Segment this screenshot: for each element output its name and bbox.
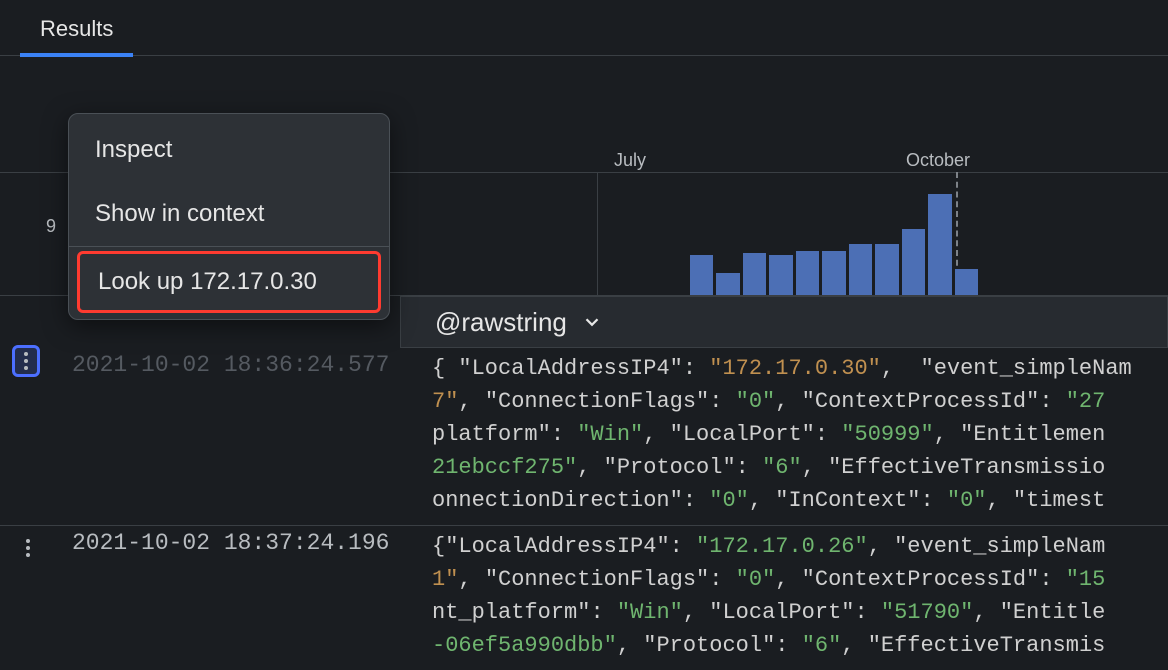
kebab-icon xyxy=(23,352,29,370)
column-header-rawstring[interactable]: @rawstring xyxy=(400,296,1168,348)
menu-item[interactable]: Look up 172.17.0.30 xyxy=(77,251,381,313)
timeline-label: October xyxy=(906,150,970,171)
month-tick xyxy=(597,172,598,295)
histogram-bar[interactable] xyxy=(849,244,872,295)
table-row: 2021-10-02 18:36:24.577{ "LocalAddressIP… xyxy=(0,348,1168,525)
context-menu: InspectShow in contextLook up 172.17.0.3… xyxy=(68,113,390,320)
histogram-bar[interactable] xyxy=(902,229,925,295)
histogram-bar[interactable] xyxy=(769,255,792,295)
menu-divider xyxy=(69,246,389,247)
rawstring-cell[interactable]: { "LocalAddressIP4": "172.17.0.30", "eve… xyxy=(398,348,1168,525)
histogram-bars[interactable] xyxy=(690,185,978,295)
histogram-bar[interactable] xyxy=(928,194,951,295)
histogram-bar[interactable] xyxy=(796,251,819,295)
timeline-label: July xyxy=(614,150,646,171)
histogram-bar[interactable] xyxy=(743,253,766,295)
row-actions-button[interactable] xyxy=(14,532,42,564)
histogram-bar[interactable] xyxy=(716,273,739,295)
tab-results[interactable]: Results xyxy=(20,0,133,56)
table-row: 2021-10-02 18:37:24.196{"LocalAddressIP4… xyxy=(0,525,1168,670)
histogram-bar[interactable] xyxy=(875,244,898,295)
histogram-bar[interactable] xyxy=(955,269,978,295)
histogram-bar[interactable] xyxy=(690,255,713,295)
chevron-down-icon xyxy=(581,311,603,333)
y-axis-label: 9 xyxy=(46,216,56,237)
timestamp-cell: 2021-10-02 18:36:24.577 xyxy=(56,348,398,525)
row-actions-button[interactable] xyxy=(12,345,40,377)
row-actions-cell xyxy=(0,526,56,670)
timestamp-cell: 2021-10-02 18:37:24.196 xyxy=(56,526,398,670)
menu-item[interactable]: Inspect xyxy=(69,118,389,182)
histogram-bar[interactable] xyxy=(822,251,845,295)
column-header-label: @rawstring xyxy=(435,307,567,338)
menu-item[interactable]: Show in context xyxy=(69,182,389,246)
kebab-icon xyxy=(25,539,31,557)
results-rows: 2021-10-02 18:36:24.577{ "LocalAddressIP… xyxy=(0,348,1168,670)
rawstring-cell[interactable]: {"LocalAddressIP4": "172.17.0.26", "even… xyxy=(398,526,1168,670)
tab-bar: Results xyxy=(0,0,1168,56)
